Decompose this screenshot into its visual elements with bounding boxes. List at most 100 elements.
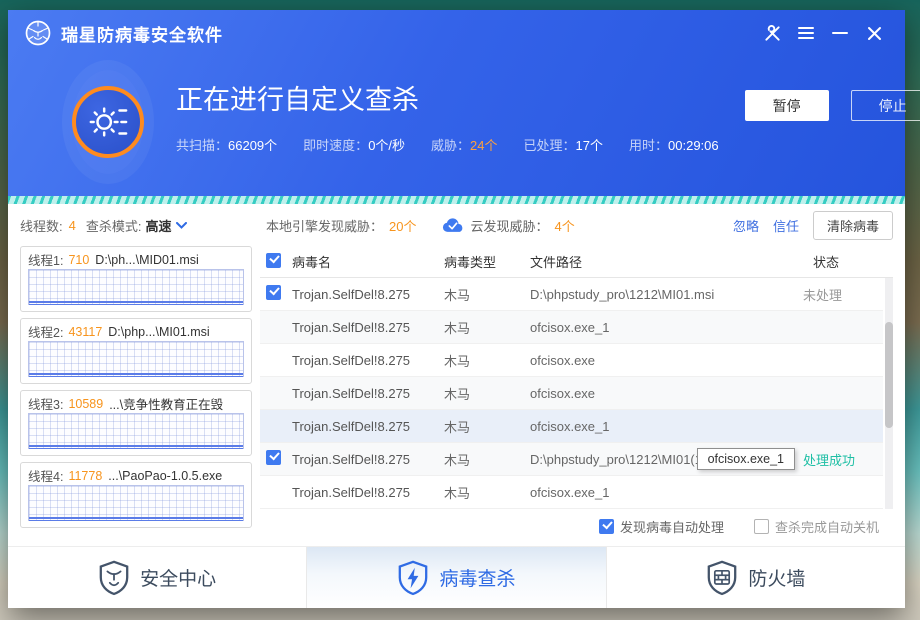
table-row[interactable]: Trojan.SelfDel!8.275 木马 ofcisox.exe_1 bbox=[260, 476, 883, 509]
row-checkbox[interactable] bbox=[266, 285, 281, 300]
firewall-shield-icon bbox=[706, 560, 738, 596]
thread-count: 43117 bbox=[68, 325, 102, 339]
main-panels: 线程1: 710 D:\ph...\MID01.msi 线程2: 43117 D… bbox=[20, 246, 893, 546]
auto-shutdown-label: 查杀完成自动关机 bbox=[775, 517, 879, 536]
ignore-link[interactable]: 忽略 bbox=[733, 216, 759, 235]
tools-button[interactable] bbox=[755, 18, 789, 48]
app-logo-lion-icon bbox=[24, 19, 52, 47]
virus-table-body: Trojan.SelfDel!8.275 木马 D:\phpstudy_pro\… bbox=[260, 278, 893, 509]
tab-virus-scan[interactable]: 病毒查杀 bbox=[306, 547, 606, 608]
chevron-down-icon bbox=[176, 222, 187, 229]
app-title: 瑞星防病毒安全软件 bbox=[61, 21, 223, 46]
table-row[interactable]: Trojan.SelfDel!8.275 木马 D:\phpstudy_pro\… bbox=[260, 443, 883, 476]
thread-count: 11778 bbox=[68, 469, 102, 483]
scan-badge bbox=[72, 70, 144, 174]
tab-label: 病毒查杀 bbox=[439, 564, 515, 591]
scan-stats: 共扫描：66209个 即时速度：0个/秒 威胁：24个 已处理：17个 用时：0 bbox=[176, 135, 745, 154]
col-virus-type: 病毒类型 bbox=[444, 252, 530, 271]
cloud-threats-value: 4个 bbox=[555, 216, 575, 235]
thread-settings: 线程数: 4 查杀模式: 高速 bbox=[20, 216, 252, 235]
threads-value: 4 bbox=[69, 218, 76, 233]
thread-card-4: 线程4: 11778 ...\PaoPao-1.0.5.exe bbox=[20, 462, 252, 528]
antivirus-window: 瑞星防病毒安全软件 bbox=[8, 10, 905, 608]
stat-handled: 已处理：17个 bbox=[524, 135, 603, 154]
local-threats-value: 20个 bbox=[389, 216, 416, 235]
clear-virus-button[interactable]: 清除病毒 bbox=[813, 211, 893, 240]
minimize-icon bbox=[832, 31, 848, 35]
row-checkbox[interactable] bbox=[266, 450, 281, 465]
table-row-highlighted[interactable]: Trojan.SelfDel!8.275 木马 ofcisox.exe_1 bbox=[260, 410, 883, 443]
thread-path: D:\php...\MI01.msi bbox=[108, 325, 209, 339]
scan-progress-stripe bbox=[8, 196, 905, 204]
close-button[interactable] bbox=[857, 18, 891, 48]
thread-activity-graph bbox=[28, 269, 244, 305]
thread-path: ...\竞争性教育正在毁 bbox=[109, 394, 223, 413]
tab-security-center[interactable]: 安全中心 bbox=[8, 547, 306, 608]
stat-speed: 即时速度：0个/秒 bbox=[303, 135, 405, 154]
thread-label: 线程4: bbox=[28, 466, 63, 485]
threat-summary: 本地引擎发现威胁： 20个 云发现威胁： 4个 bbox=[266, 216, 575, 235]
local-threats-label: 本地引擎发现威胁： bbox=[266, 216, 383, 235]
scan-toolbar: 线程数: 4 查杀模式: 高速 本地引擎发现威胁： 20个 bbox=[20, 204, 893, 246]
auto-shutdown-option[interactable]: 查杀完成自动关机 bbox=[754, 517, 879, 536]
thread-count: 710 bbox=[68, 253, 89, 267]
thread-label: 线程3: bbox=[28, 394, 63, 413]
pause-button[interactable]: 暂停 bbox=[745, 90, 829, 121]
lion-shield-icon bbox=[98, 560, 130, 596]
thread-path: D:\ph...\MID01.msi bbox=[95, 253, 199, 267]
tab-label: 防火墙 bbox=[748, 564, 805, 591]
table-row[interactable]: Trojan.SelfDel!8.275 木马 ofcisox.exe bbox=[260, 377, 883, 410]
auto-shutdown-checkbox[interactable] bbox=[754, 519, 769, 534]
table-scrollbar[interactable] bbox=[885, 278, 893, 509]
virus-table: 病毒名 病毒类型 文件路径 状态 Trojan.SelfDel!8.275 木马… bbox=[260, 246, 893, 509]
thread-card-3: 线程3: 10589 ...\竞争性教育正在毁 bbox=[20, 390, 252, 456]
thread-label: 线程1: bbox=[28, 250, 63, 269]
thread-card-2: 线程2: 43117 D:\php...\MI01.msi bbox=[20, 318, 252, 384]
auto-handle-checkbox[interactable] bbox=[599, 519, 614, 534]
stat-elapsed: 用时：00:29:06 bbox=[629, 135, 719, 154]
auto-handle-label: 发现病毒自动处理 bbox=[620, 517, 724, 536]
scan-mode-dropdown[interactable]: 高速 bbox=[145, 216, 186, 235]
trust-link[interactable]: 信任 bbox=[773, 216, 799, 235]
cloud-check-icon bbox=[442, 218, 464, 233]
stat-threats: 威胁：24个 bbox=[431, 135, 497, 154]
scan-actions: 暂停 停止 bbox=[745, 68, 920, 121]
cloud-threats-label: 云发现威胁： bbox=[470, 216, 548, 235]
desktop-background: 瑞星防病毒安全软件 bbox=[0, 0, 920, 620]
scan-title: 正在进行自定义查杀 bbox=[176, 78, 745, 117]
table-row[interactable]: Trojan.SelfDel!8.275 木马 D:\phpstudy_pro\… bbox=[260, 278, 883, 311]
mode-value: 高速 bbox=[145, 216, 171, 235]
thread-activity-graph bbox=[28, 341, 244, 377]
virus-table-header: 病毒名 病毒类型 文件路径 状态 bbox=[260, 246, 893, 278]
status-badge-success: 处理成功 bbox=[803, 450, 879, 469]
select-all-checkbox[interactable] bbox=[266, 253, 281, 268]
threads-label: 线程数: bbox=[20, 216, 63, 235]
stop-button[interactable]: 停止 bbox=[851, 90, 920, 121]
path-tooltip: ofcisox.exe_1 bbox=[697, 448, 795, 470]
col-status: 状态 bbox=[813, 252, 889, 271]
scan-options: 发现病毒自动处理 查杀完成自动关机 bbox=[260, 509, 893, 543]
tools-icon bbox=[763, 24, 782, 43]
tab-label: 安全中心 bbox=[140, 564, 216, 591]
close-icon bbox=[867, 26, 882, 41]
col-file-path: 文件路径 bbox=[530, 252, 813, 271]
scan-hero: 正在进行自定义查杀 共扫描：66209个 即时速度：0个/秒 威胁：24个 已处… bbox=[8, 56, 905, 174]
col-virus-name: 病毒名 bbox=[292, 252, 444, 271]
scrollbar-thumb[interactable] bbox=[885, 322, 893, 428]
tab-firewall[interactable]: 防火墙 bbox=[607, 547, 905, 608]
auto-handle-option[interactable]: 发现病毒自动处理 bbox=[599, 517, 724, 536]
stat-scanned: 共扫描：66209个 bbox=[176, 135, 277, 154]
titlebar: 瑞星防病毒安全软件 bbox=[8, 10, 905, 56]
thread-path: ...\PaoPao-1.0.5.exe bbox=[108, 469, 222, 483]
scan-status: 正在进行自定义查杀 共扫描：66209个 即时速度：0个/秒 威胁：24个 已处… bbox=[176, 68, 745, 154]
thread-label: 线程2: bbox=[28, 322, 63, 341]
thread-activity-graph bbox=[28, 485, 244, 521]
table-row[interactable]: Trojan.SelfDel!8.275 木马 ofcisox.exe bbox=[260, 344, 883, 377]
thread-count: 10589 bbox=[68, 397, 103, 411]
table-row[interactable]: Trojan.SelfDel!8.275 木马 ofcisox.exe_1 bbox=[260, 311, 883, 344]
status-badge: 未处理 bbox=[803, 285, 879, 304]
header-block: 瑞星防病毒安全软件 bbox=[8, 10, 905, 196]
menu-button[interactable] bbox=[789, 18, 823, 48]
custom-scan-gear-icon bbox=[87, 101, 129, 143]
minimize-button[interactable] bbox=[823, 18, 857, 48]
